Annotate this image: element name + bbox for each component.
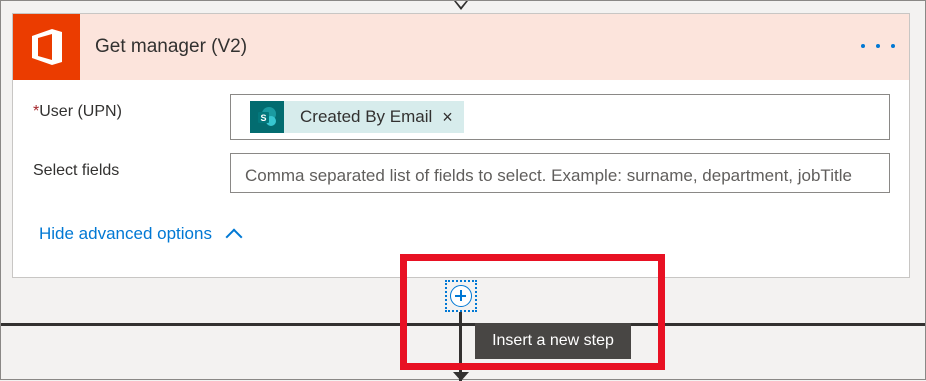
sharepoint-icon: S [250, 101, 284, 133]
select-fields-placeholder: Comma separated list of fields to select… [245, 166, 852, 185]
token-remove-icon[interactable]: × [442, 107, 453, 128]
user-field-label: *User (UPN) [33, 103, 122, 120]
action-card-header[interactable]: Get manager (V2) [13, 14, 909, 80]
highlight-box [400, 254, 665, 370]
action-card: Get manager (V2) *User (UPN) S Created B… [12, 13, 910, 278]
more-options-icon[interactable] [861, 34, 895, 58]
dynamic-content-token[interactable]: S Created By Email × [250, 101, 464, 133]
token-label: Created By Email [300, 107, 433, 126]
hide-advanced-options-link[interactable]: Hide advanced options [39, 224, 243, 246]
chevron-up-icon [225, 228, 243, 246]
office-logo-icon [13, 14, 80, 80]
user-upn-input[interactable]: S Created By Email × [230, 94, 890, 140]
select-fields-input[interactable]: Comma separated list of fields to select… [230, 153, 890, 193]
action-title: Get manager (V2) [95, 36, 248, 57]
svg-text:S: S [260, 113, 266, 123]
select-fields-label: Select fields [33, 162, 120, 179]
